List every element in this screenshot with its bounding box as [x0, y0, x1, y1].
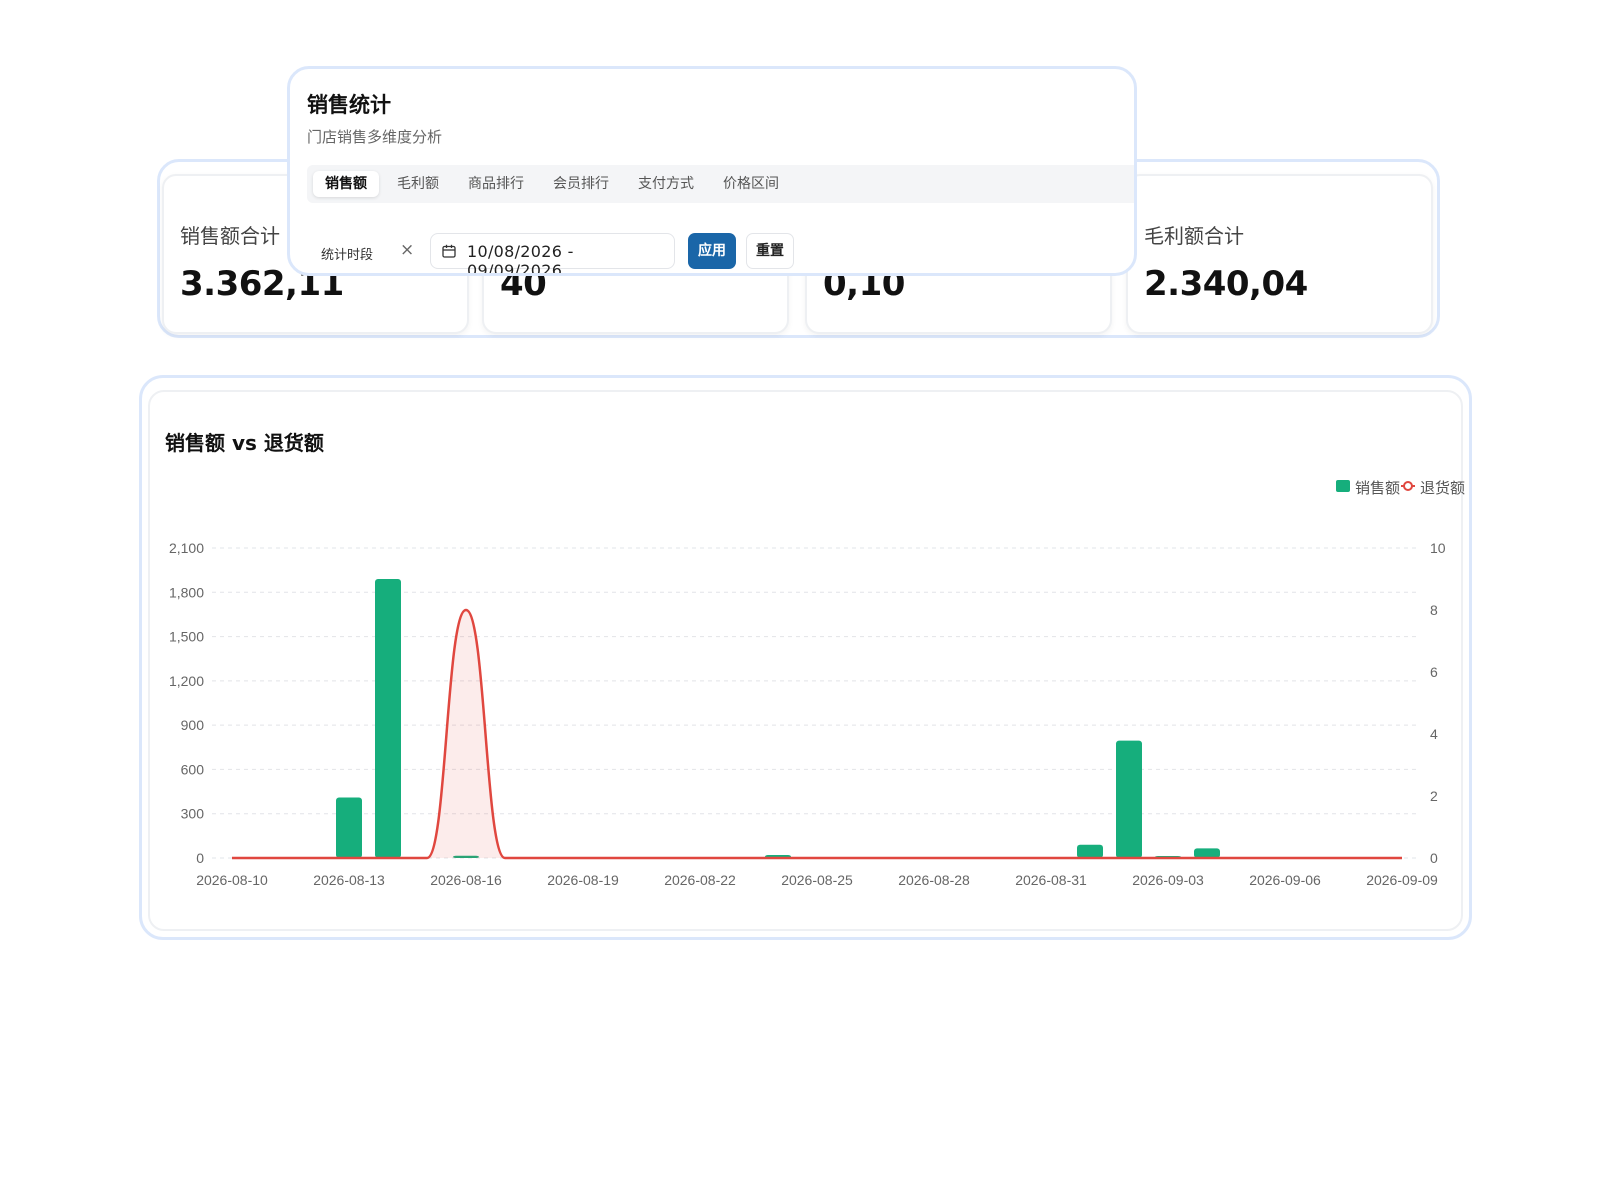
x-tick-label: 2026-08-22	[664, 872, 736, 888]
x-tick-label: 2026-08-13	[313, 872, 385, 888]
y-right-tick-label: 10	[1430, 540, 1446, 556]
bar-sales	[1077, 844, 1103, 858]
area-returns	[232, 610, 1402, 858]
y-right-tick-label: 4	[1430, 726, 1438, 742]
y-right-tick-label: 0	[1430, 850, 1438, 866]
x-tick-label: 2026-09-09	[1366, 872, 1438, 888]
bar-sales	[1116, 740, 1142, 858]
y-left-tick-label: 1,500	[169, 629, 204, 645]
bar-sales	[375, 579, 401, 858]
x-tick-label: 2026-08-28	[898, 872, 970, 888]
y-right-tick-label: 8	[1430, 602, 1438, 618]
y-left-tick-label: 2,100	[169, 540, 204, 556]
x-tick-label: 2026-08-16	[430, 872, 502, 888]
bar-sales	[336, 797, 362, 858]
y-right-tick-label: 6	[1430, 664, 1438, 680]
y-left-tick-label: 900	[181, 717, 205, 733]
y-left-tick-label: 600	[181, 761, 205, 777]
x-tick-label: 2026-08-19	[547, 872, 619, 888]
y-right-tick-label: 2	[1430, 788, 1438, 804]
x-tick-label: 2026-08-31	[1015, 872, 1087, 888]
x-tick-label: 2026-08-25	[781, 872, 853, 888]
y-left-tick-label: 300	[181, 806, 205, 822]
y-left-tick-label: 1,800	[169, 584, 204, 600]
y-left-tick-label: 0	[196, 850, 204, 866]
sales-vs-returns-chart: 0 300 600 900 1,200 1,500 1,800 2,100 0 2 4 6 8 10 202…	[169, 540, 1446, 888]
x-tick-label: 2026-08-10	[196, 872, 268, 888]
y-left-tick-label: 1,200	[169, 673, 204, 689]
bar-sales	[1194, 848, 1220, 858]
x-tick-label: 2026-09-03	[1132, 872, 1204, 888]
line-returns	[231, 608, 1402, 860]
x-tick-label: 2026-09-06	[1249, 872, 1321, 888]
